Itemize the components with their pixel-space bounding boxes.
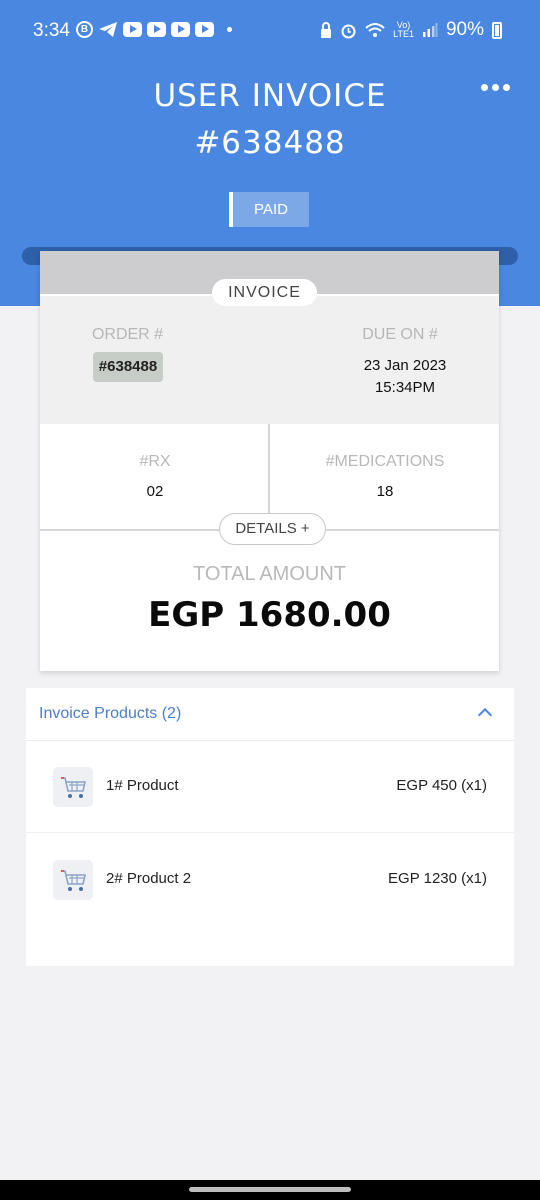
youtube-icon <box>195 22 214 37</box>
invoice-section-label: INVOICE <box>212 279 317 306</box>
signal-icon <box>422 23 438 37</box>
youtube-icon <box>171 22 190 37</box>
system-nav-bar <box>0 1180 540 1200</box>
total-amount-value: EGP 1680.00 <box>148 595 391 635</box>
status-badge: PAID <box>229 192 309 227</box>
product-price: EGP 450 (x1) <box>396 777 487 794</box>
page-title: USER INVOICE <box>153 78 387 114</box>
invoice-products-header[interactable]: Invoice Products (2) <box>26 688 514 741</box>
battery-percent: 90% <box>445 19 484 40</box>
invoice-products-panel: Invoice Products (2) 1# Product EGP 450 … <box>26 688 514 966</box>
battery-icon <box>492 21 502 39</box>
product-name: 1# Product <box>106 777 179 794</box>
wifi-icon <box>365 23 385 37</box>
invoice-products-title: Invoice Products (2) <box>39 705 182 722</box>
due-label: DUE ON # <box>362 326 438 343</box>
order-label: ORDER # <box>91 326 164 343</box>
invoice-number-title: #638488 <box>194 125 346 161</box>
telegram-icon <box>99 22 117 37</box>
product-price: EGP 1230 (x1) <box>388 870 487 887</box>
rx-value: 02 <box>146 483 164 500</box>
due-time: 15:34PM <box>374 379 436 396</box>
details-button[interactable]: DETAILS + <box>219 513 326 545</box>
alarm-icon <box>341 24 356 38</box>
due-value: 23 Jan 2023 15:34PM <box>340 355 470 399</box>
total-amount-label: TOTAL AMOUNT <box>193 563 346 585</box>
youtube-icon <box>147 22 166 37</box>
more-notifications-dot <box>227 27 232 32</box>
lte-indicator: Vo) LTE1 <box>393 21 414 39</box>
medications-value: 18 <box>376 483 394 500</box>
cart-icon <box>53 860 93 900</box>
youtube-icon <box>123 22 142 37</box>
lock-icon <box>321 21 332 38</box>
notification-icons: B <box>76 21 232 38</box>
invoice-card: INVOICE ORDER # #638488 DUE ON # 23 Jan … <box>40 251 499 671</box>
b-app-icon: B <box>76 21 93 38</box>
list-item[interactable]: 2# Product 2 EGP 1230 (x1) <box>26 834 514 926</box>
product-name: 2# Product 2 <box>106 870 192 887</box>
system-icons: Vo) LTE1 90% <box>320 19 502 41</box>
lte-bottom: LTE1 <box>393 29 414 39</box>
medications-label: #MEDICATIONS <box>325 453 445 470</box>
status-bar: 3:34 B Vo) LTE1 90% <box>0 0 540 62</box>
rx-label: #RX <box>139 453 171 470</box>
list-item[interactable]: 1# Product EGP 450 (x1) <box>26 741 514 833</box>
cart-icon <box>53 767 93 807</box>
order-number-chip: #638488 <box>93 352 163 382</box>
home-gesture-handle[interactable] <box>189 1187 351 1192</box>
status-time: 3:34 <box>33 20 70 41</box>
due-date: 23 Jan 2023 <box>363 357 447 374</box>
more-horizontal-icon[interactable] <box>481 84 510 91</box>
chevron-up-icon[interactable] <box>477 707 493 723</box>
